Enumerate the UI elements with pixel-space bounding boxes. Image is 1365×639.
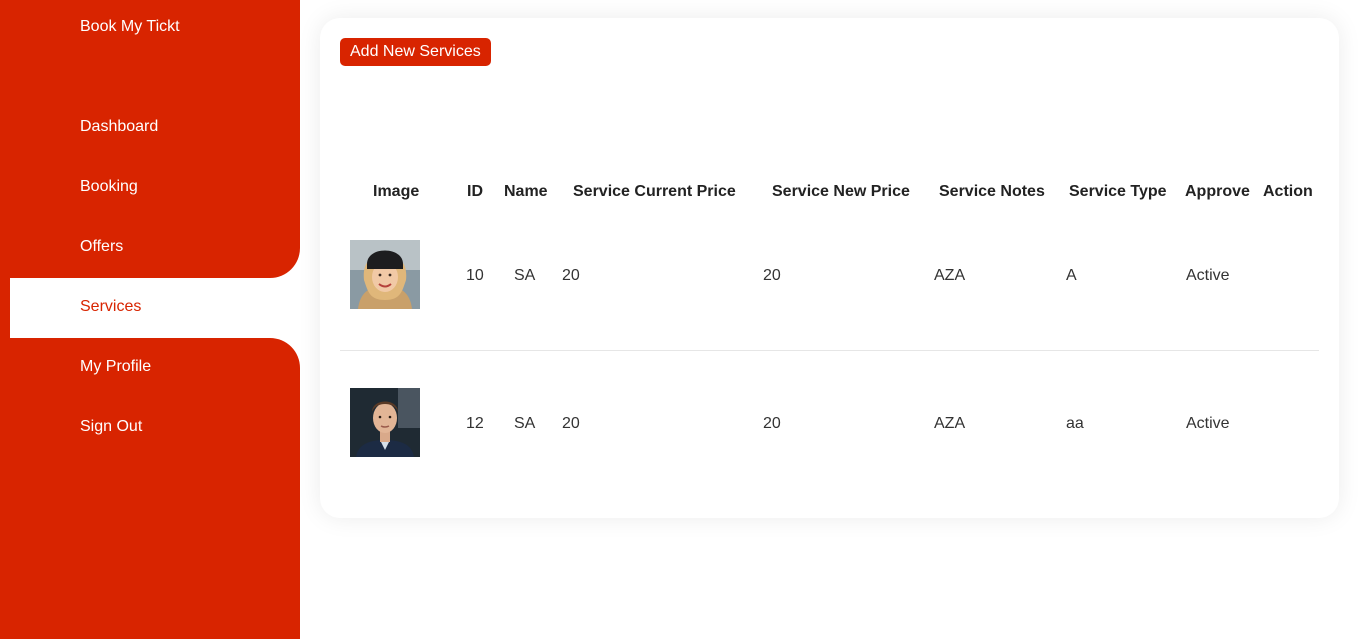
- sidebar-active-edge: [0, 278, 10, 338]
- row-current-price: 20: [562, 267, 580, 284]
- header-approve: Approve: [1185, 183, 1250, 200]
- header-type: Service Type: [1069, 183, 1167, 200]
- row-approve-status: Active: [1186, 267, 1230, 284]
- sidebar-background-bottom: [0, 338, 300, 639]
- row-name: SA: [514, 415, 536, 432]
- row-new-price: 20: [763, 267, 781, 284]
- row-name: SA: [514, 267, 536, 284]
- header-image: Image: [373, 183, 420, 200]
- row-id: 10: [466, 267, 484, 284]
- row-current-price: 20: [562, 415, 580, 432]
- header-name: Name: [504, 183, 548, 200]
- header-id: ID: [467, 183, 483, 200]
- sidebar-active-highlight: [10, 278, 300, 338]
- row-notes: AZA: [934, 267, 966, 284]
- row-approve-status: Active: [1186, 415, 1230, 432]
- sidebar-background-top: [0, 0, 300, 278]
- row-notes: AZA: [934, 415, 966, 432]
- services-card: Add New Services Image ID Name Service C…: [320, 18, 1339, 518]
- header-new-price: Service New Price: [772, 183, 910, 200]
- sidebar-item-dashboard[interactable]: Dashboard: [80, 118, 158, 136]
- row-new-price: 20: [763, 415, 781, 432]
- brand-title: Book My Tickt: [80, 18, 180, 35]
- sidebar-item-booking[interactable]: Booking: [80, 178, 138, 196]
- add-new-services-button[interactable]: Add New Services: [340, 38, 491, 66]
- service-image: [350, 240, 420, 309]
- row-divider: [340, 350, 1319, 351]
- row-id: 12: [466, 415, 484, 432]
- sidebar: Book My Tickt Dashboard Booking Offers S…: [0, 0, 300, 639]
- header-current-price: Service Current Price: [573, 183, 736, 200]
- sidebar-item-services[interactable]: Services: [80, 298, 141, 316]
- sidebar-item-sign-out[interactable]: Sign Out: [80, 418, 142, 436]
- header-action: Action: [1263, 183, 1313, 200]
- sidebar-item-my-profile[interactable]: My Profile: [80, 358, 151, 376]
- row-type: A: [1066, 267, 1077, 284]
- row-type: aa: [1066, 415, 1084, 432]
- sidebar-item-offers[interactable]: Offers: [80, 238, 123, 256]
- header-notes: Service Notes: [939, 183, 1045, 200]
- service-image: [350, 388, 420, 457]
